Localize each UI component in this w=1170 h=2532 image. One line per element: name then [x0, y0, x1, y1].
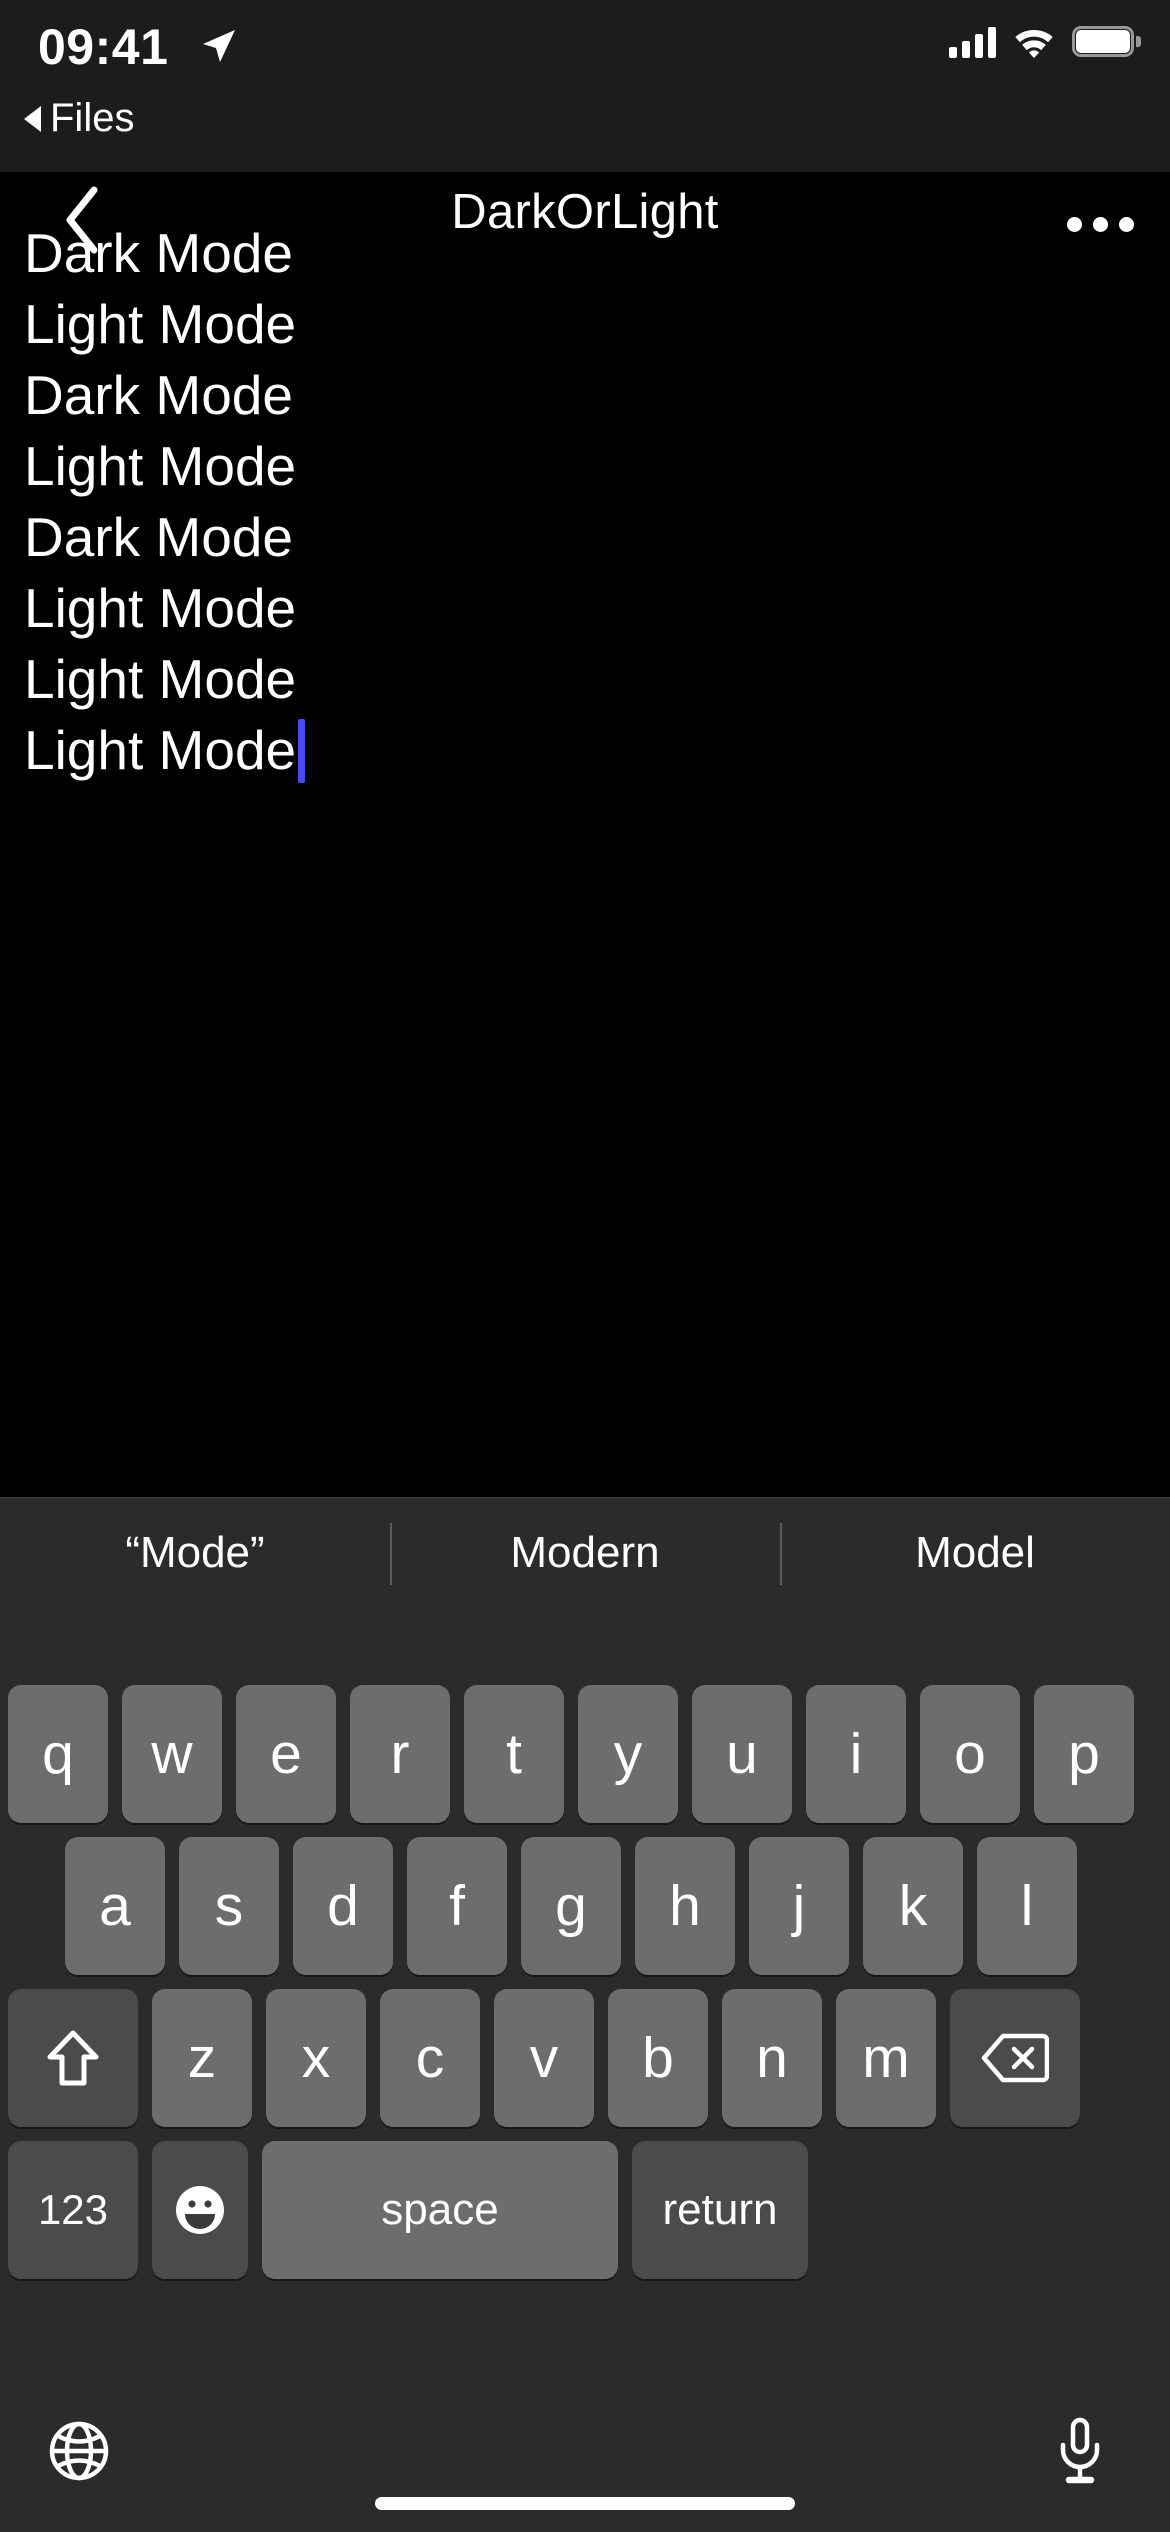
key-w[interactable]: w: [122, 1685, 222, 1823]
key-f[interactable]: f: [407, 1837, 507, 1975]
key-n[interactable]: n: [722, 1989, 822, 2127]
editor-line-text: Light Mode: [24, 719, 297, 781]
key-s[interactable]: s: [179, 1837, 279, 1975]
key-r[interactable]: r: [350, 1685, 450, 1823]
key-t[interactable]: t: [464, 1685, 564, 1823]
key-d[interactable]: d: [293, 1837, 393, 1975]
editor-line: Light Mode: [24, 715, 306, 786]
keyboard-row-4: 123 space return: [8, 2141, 808, 2279]
key-p[interactable]: p: [1034, 1685, 1134, 1823]
keyboard-row-1: qwertyuiop: [8, 1685, 1134, 1823]
shift-arrow-icon: [47, 2030, 99, 2086]
location-arrow-icon: [203, 30, 235, 62]
microphone-icon[interactable]: [1056, 2417, 1104, 2485]
keyboard-row-3: zxcvbnm: [8, 1989, 1080, 2127]
editor-line: Light Mode: [24, 644, 296, 715]
shift-key[interactable]: [8, 1989, 138, 2127]
ellipsis-dot-2: [1093, 216, 1108, 232]
text-caret: [298, 719, 306, 783]
key-z[interactable]: z: [152, 1989, 252, 2127]
key-b[interactable]: b: [608, 1989, 708, 2127]
key-e[interactable]: e: [236, 1685, 336, 1823]
phone-screen: 09:41 Files DarkOrLight Dark Mode Light …: [0, 0, 1170, 2532]
key-j[interactable]: j: [749, 1837, 849, 1975]
keyboard-row-3-letters: zxcvbnm: [152, 1989, 936, 2127]
status-bar-indicators: [949, 24, 1141, 58]
key-c[interactable]: c: [380, 1989, 480, 2127]
key-v[interactable]: v: [494, 1989, 594, 2127]
emoji-key[interactable]: [152, 2141, 248, 2279]
prediction-1[interactable]: “Mode”: [0, 1497, 390, 1609]
editor-line-text: Light Mode: [24, 648, 297, 710]
back-to-files-button[interactable]: Files: [24, 96, 134, 141]
smiley-face-icon: [176, 2186, 224, 2234]
battery-full-icon: [1072, 25, 1141, 57]
editor-line: Dark Mode: [24, 360, 296, 431]
editor-line: Dark Mode: [24, 218, 296, 289]
return-key[interactable]: return: [632, 2141, 808, 2279]
back-app-label: Files: [50, 96, 135, 140]
backspace-icon: [981, 2033, 1049, 2083]
ellipsis-dot-1: [1067, 216, 1082, 232]
key-h[interactable]: h: [635, 1837, 735, 1975]
status-bar: 09:41 Files: [0, 0, 1170, 172]
key-g[interactable]: g: [521, 1837, 621, 1975]
keyboard-row-2: asdfghjkl: [65, 1837, 1077, 1975]
editor-line: Light Mode: [24, 431, 296, 502]
editor-line-text: Light Mode: [24, 435, 297, 497]
onscreen-keyboard: “Mode” Modern Model qwertyuiop asdfghjkl z…: [0, 1497, 1170, 2532]
editor-lines: Dark Mode Light Mode Dark Mode Light Mode Da…: [24, 218, 306, 786]
editor-line-text: Dark Mode: [24, 222, 293, 284]
cellular-signal-icon: [949, 24, 996, 58]
prediction-3[interactable]: Model: [780, 1497, 1170, 1609]
editor-line: Dark Mode: [24, 502, 296, 573]
numbers-key[interactable]: 123: [8, 2141, 138, 2279]
key-k[interactable]: k: [863, 1837, 963, 1975]
more-options-button[interactable]: [1067, 188, 1134, 260]
editor-line-text: Light Mode: [24, 577, 297, 639]
editor-line-text: Dark Mode: [24, 364, 293, 426]
key-o[interactable]: o: [920, 1685, 1020, 1823]
wifi-icon: [1015, 30, 1053, 58]
key-q[interactable]: q: [8, 1685, 108, 1823]
key-i[interactable]: i: [806, 1685, 906, 1823]
status-bar-time: 09:41: [38, 19, 169, 75]
space-key[interactable]: space: [262, 2141, 618, 2279]
key-m[interactable]: m: [836, 1989, 936, 2127]
predictive-text-bar: “Mode” Modern Model: [0, 1497, 1170, 1609]
back-triangle-icon: [24, 105, 41, 132]
key-a[interactable]: a: [65, 1837, 165, 1975]
key-l[interactable]: l: [977, 1837, 1077, 1975]
text-editor[interactable]: Dark Mode Light Mode Dark Mode Light Mode Da…: [0, 222, 1170, 1497]
key-y[interactable]: y: [578, 1685, 678, 1823]
prediction-2[interactable]: Modern: [390, 1497, 780, 1609]
editor-line-text: Dark Mode: [24, 506, 293, 568]
key-x[interactable]: x: [266, 1989, 366, 2127]
editor-line: Light Mode: [24, 573, 296, 644]
editor-line-text: Light Mode: [24, 293, 297, 355]
ellipsis-dot-3: [1119, 216, 1134, 232]
globe-icon[interactable]: [48, 2420, 110, 2482]
editor-line: Light Mode: [24, 289, 296, 360]
backspace-key[interactable]: [950, 1989, 1080, 2127]
key-u[interactable]: u: [692, 1685, 792, 1823]
